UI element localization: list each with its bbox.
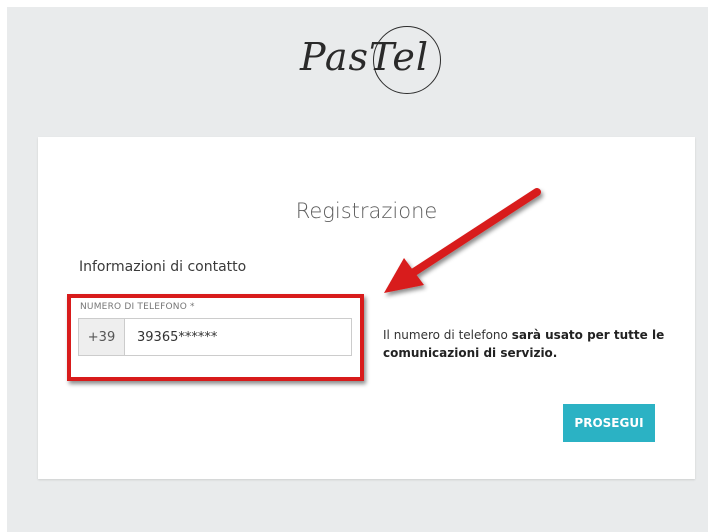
phone-helper-text: Il numero di telefono sarà usato per tut… xyxy=(383,326,683,362)
proceed-button[interactable]: PROSEGUI xyxy=(563,404,655,442)
brand-logo: PasTel xyxy=(292,22,462,97)
section-title: Informazioni di contatto xyxy=(79,259,247,275)
page-title: Registrazione xyxy=(295,199,438,223)
registration-card: Registrazione Informazioni di contatto N… xyxy=(38,137,695,479)
annotation-highlight-box xyxy=(67,294,364,381)
helper-text-normal: Il numero di telefono xyxy=(383,328,512,342)
logo-text: PasTel xyxy=(300,35,430,79)
page-background: PasTel Registrazione Informazioni di con… xyxy=(7,7,708,532)
